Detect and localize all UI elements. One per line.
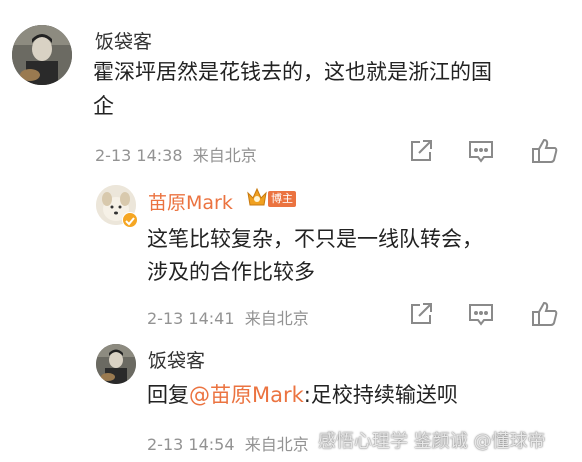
comment-author[interactable]: 饭袋客 <box>95 27 152 54</box>
mention-link[interactable]: @苗原Mark <box>189 383 304 407</box>
watermark: 感悟心理学 鉴颜诚 @懂球帝 <box>318 431 546 452</box>
reply-author[interactable]: 饭袋客 <box>148 346 205 373</box>
reply-text-line1: 这笔比较复杂，不只是一线队转会， <box>147 227 483 251</box>
avatar[interactable] <box>12 25 72 85</box>
share-icon[interactable] <box>406 299 436 329</box>
avatar[interactable] <box>96 344 136 384</box>
reply-text: 回复@苗原Mark:足校持续输送呗 <box>147 383 458 407</box>
comment-text-line2: 企 <box>93 94 114 118</box>
share-icon[interactable] <box>406 136 436 166</box>
reply-time: 2-13 14:54 来自北京 <box>147 435 309 454</box>
like-icon[interactable] <box>530 299 560 329</box>
verified-icon <box>122 212 138 228</box>
reply-text-line2: 涉及的合作比较多 <box>147 260 315 284</box>
like-icon[interactable] <box>530 136 560 166</box>
reply-time: 2-13 14:41 来自北京 <box>147 309 309 328</box>
comment-time: 2-13 14:38 来自北京 <box>95 146 257 165</box>
blogger-badge: 博主 <box>268 191 296 207</box>
reply-author[interactable]: 苗原Mark <box>148 188 233 215</box>
crown-icon <box>246 186 268 208</box>
comment-icon[interactable] <box>466 136 496 166</box>
comment-text-line1: 霍深坪居然是花钱去的，这也就是浙江的国 <box>93 60 492 84</box>
comment-icon[interactable] <box>466 299 496 329</box>
